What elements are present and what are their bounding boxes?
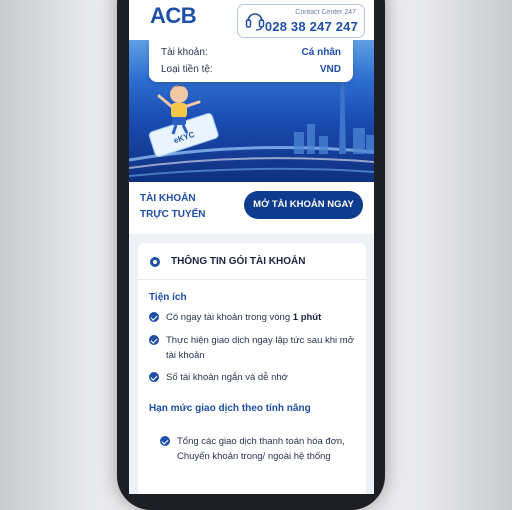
contact-phone-number: 028 38 247 247 <box>264 19 358 34</box>
check-circle-icon <box>160 436 170 446</box>
list-item: Số tài khoản ngắn và dễ nhớ <box>149 370 359 386</box>
utilities-title: Tiện ích <box>149 292 187 303</box>
limits-title: Hạn mức giao dịch theo tính năng <box>149 403 311 414</box>
currency-value: VND <box>319 64 341 75</box>
online-account-title: TÀI KHOẢN TRỰC TUYẾN <box>140 193 206 220</box>
hero-banner: eKYC Tài khoản: Cá nhân Loại tiền tệ: VN… <box>129 40 374 182</box>
app-screen: ACB Contact Center 247 028 38 247 247 eK… <box>129 0 374 494</box>
currency-label: Loại tiền tệ: <box>161 64 213 75</box>
account-type-value: Cá nhân <box>301 47 341 58</box>
open-account-button[interactable]: MỞ TÀI KHOẢN NGAY <box>244 191 363 219</box>
account-type-label: Tài khoản: <box>161 47 208 58</box>
account-info-card: Tài khoản: Cá nhân Loại tiền tệ: VND <box>149 40 353 82</box>
content-area: THÔNG TIN GÓI TÀI KHOẢN Tiện ích Có ngay… <box>129 234 374 494</box>
app-header: ACB Contact Center 247 028 38 247 247 <box>129 0 374 40</box>
package-info-header[interactable]: THÔNG TIN GÓI TÀI KHOẢN <box>138 243 366 280</box>
check-circle-icon <box>149 372 159 382</box>
check-circle-icon <box>149 335 159 345</box>
list-item: Tổng các giao dịch thanh toán hóa đơn, C… <box>160 434 360 480</box>
package-info-panel: THÔNG TIN GÓI TÀI KHOẢN Tiện ích Có ngay… <box>138 243 366 494</box>
cta-section: TÀI KHOẢN TRỰC TUYẾN MỞ TÀI KHOẢN NGAY <box>129 182 374 234</box>
contact-center-button[interactable]: Contact Center 247 028 38 247 247 <box>237 4 365 38</box>
headset-icon <box>245 13 265 31</box>
check-circle-icon <box>149 312 159 322</box>
list-item: Có ngay tài khoản trong vòng 1 phút <box>149 310 359 326</box>
package-info-title: THÔNG TIN GÓI TÀI KHOẢN <box>171 256 306 267</box>
contact-center-label: Contact Center 247 <box>295 9 356 16</box>
currency-row: Loại tiền tệ: VND <box>161 64 341 75</box>
account-type-row: Tài khoản: Cá nhân <box>161 47 341 58</box>
section-bullet-icon <box>150 257 160 267</box>
list-item: Thực hiện giao dịch ngay lập tức sau khi… <box>149 333 359 363</box>
acb-logo: ACB <box>150 3 197 28</box>
